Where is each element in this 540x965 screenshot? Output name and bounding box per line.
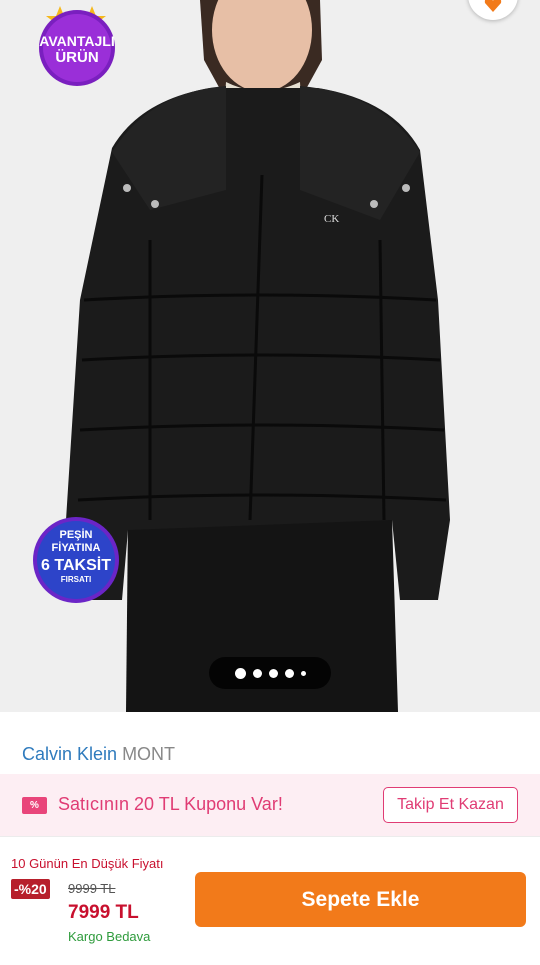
pesin-badge-text-3: 6 TAKSİT bbox=[41, 556, 111, 574]
lowest-price-label: 10 Günün En Düşük Fiyatı bbox=[11, 856, 164, 871]
avantajli-badge-text-1: AVANTAJLI bbox=[39, 33, 114, 49]
pagination-dot-5[interactable] bbox=[300, 670, 306, 676]
product-page: CK AVANTAJLI ÜRÜN PEŞİN FİYATINA 6 TAKSİ… bbox=[0, 0, 540, 965]
coupon-icon: % bbox=[22, 797, 47, 814]
image-pagination bbox=[209, 657, 331, 689]
pesin-badge-text-4: FIRSATI bbox=[61, 575, 92, 584]
avantajli-urun-badge: AVANTAJLI ÜRÜN bbox=[39, 6, 115, 86]
pesin-badge-text-2: FİYATINA bbox=[52, 541, 101, 554]
product-photo: CK bbox=[0, 0, 540, 712]
pagination-dot-1[interactable] bbox=[234, 667, 246, 679]
current-price: 7999 TL bbox=[68, 902, 139, 923]
product-type: MONT bbox=[122, 744, 176, 764]
pagination-dot-2[interactable] bbox=[252, 668, 262, 678]
price-bar: 10 Günün En Düşük Fiyatı -%20 9999 TL 79… bbox=[0, 836, 540, 965]
discount-badge: -%20 bbox=[11, 879, 50, 899]
product-image-gallery[interactable]: CK AVANTAJLI ÜRÜN PEŞİN FİYATINA 6 TAKSİ… bbox=[0, 0, 540, 712]
pagination-dot-3[interactable] bbox=[268, 668, 278, 678]
brand-link[interactable]: Calvin Klein bbox=[22, 744, 117, 764]
pesin-taksit-badge: PEŞİN FİYATINA 6 TAKSİT FIRSATI bbox=[33, 517, 119, 603]
free-shipping-label: Kargo Bedava bbox=[68, 929, 151, 944]
avantajli-badge-text-2: ÜRÜN bbox=[55, 49, 98, 66]
pesin-badge-text-1: PEŞİN bbox=[59, 528, 92, 541]
follow-earn-button[interactable]: Takip Et Kazan bbox=[383, 787, 518, 823]
jacket-logo: CK bbox=[324, 213, 339, 225]
coupon-text: Satıcının 20 TL Kuponu Var! bbox=[58, 794, 283, 814]
product-title: Calvin Klein MONT bbox=[22, 744, 175, 765]
coupon-banner: % Satıcının 20 TL Kuponu Var! Takip Et K… bbox=[0, 774, 540, 836]
pagination-dot-4[interactable] bbox=[284, 668, 294, 678]
heart-icon bbox=[484, 0, 502, 12]
old-price: 9999 TL bbox=[68, 881, 116, 896]
add-to-cart-button[interactable]: Sepete Ekle bbox=[195, 872, 526, 927]
